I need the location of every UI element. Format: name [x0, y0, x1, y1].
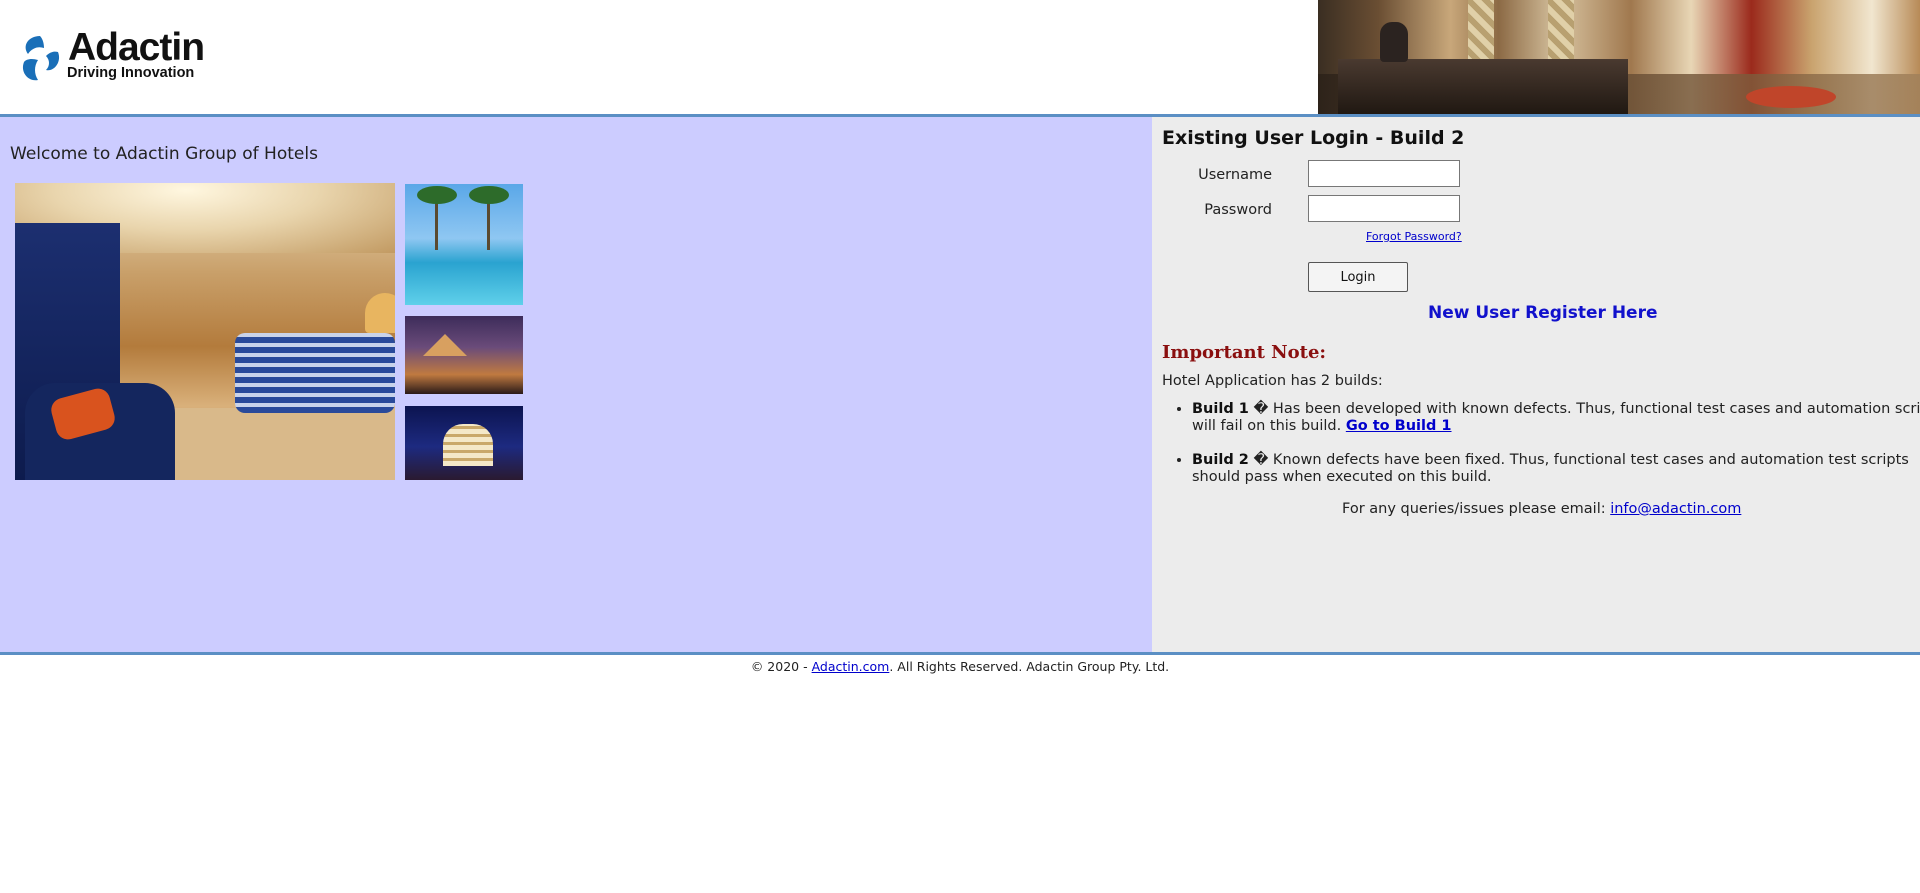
palm-fronds — [469, 186, 509, 204]
welcome-panel: Welcome to Adactin Group of Hotels — [0, 117, 1152, 652]
login-button[interactable]: Login — [1308, 262, 1408, 292]
resort-tent-image — [405, 316, 523, 394]
palm-fronds — [417, 186, 457, 204]
username-input[interactable] — [1308, 160, 1460, 187]
tent-roof — [423, 334, 467, 356]
queries-text: For any queries/issues please email: — [1342, 501, 1611, 517]
footer-divider — [0, 652, 1920, 655]
go-to-build-1-link[interactable]: Go to Build 1 — [1346, 418, 1452, 434]
forgot-password-link[interactable]: Forgot Password? — [1366, 230, 1462, 243]
hotel-building-image — [405, 406, 523, 480]
important-note-intro: Hotel Application has 2 builds: — [1162, 373, 1383, 389]
password-input[interactable] — [1308, 195, 1460, 222]
build-1-name: Build 1 — [1192, 401, 1249, 417]
adactin-logo[interactable]: Adactin Driving Innovation — [14, 28, 234, 88]
logo-tagline: Driving Innovation — [67, 65, 195, 81]
pool-image — [405, 184, 523, 305]
header: Adactin Driving Innovation — [0, 0, 1920, 114]
hotel-room-image — [15, 183, 395, 480]
banner-receptionist — [1380, 22, 1408, 62]
footer-rights-text: . All Rights Reserved. Adactin Group Pty… — [889, 659, 1170, 674]
username-label: Username — [1198, 167, 1272, 183]
room-sofa — [235, 333, 395, 413]
build-2-description: � Known defects have been fixed. Thus, f… — [1192, 452, 1909, 485]
queries-line: For any queries/issues please email: inf… — [1342, 501, 1741, 517]
banner-reception-desk — [1338, 59, 1628, 114]
password-label: Password — [1204, 202, 1272, 218]
build-1-description: � Has been developed with known defects.… — [1192, 401, 1920, 434]
build-2-name: Build 2 — [1192, 452, 1249, 468]
hotel-lobby-banner-image — [1318, 0, 1920, 114]
footer-copyright: © 2020 - — [750, 659, 812, 674]
room-lamp — [365, 293, 395, 333]
welcome-text: Welcome to Adactin Group of Hotels — [10, 144, 318, 164]
banner-rug — [1746, 86, 1836, 108]
footer-adactin-link[interactable]: Adactin.com — [812, 659, 890, 674]
build-2-item: Build 2 � Known defects have been fixed.… — [1192, 452, 1920, 486]
important-note-title: Important Note: — [1162, 342, 1327, 363]
new-user-register-link[interactable]: New User Register Here — [1428, 303, 1658, 323]
contact-email-link[interactable]: info@adactin.com — [1610, 501, 1741, 517]
build-list: Build 1 � Has been developed with known … — [1162, 401, 1920, 503]
build-1-item: Build 1 � Has been developed with known … — [1192, 401, 1920, 435]
login-title: Existing User Login - Build 2 — [1162, 127, 1465, 149]
login-panel: Existing User Login - Build 2 Username P… — [1152, 117, 1920, 652]
logo-wordmark: Adactin — [68, 26, 205, 69]
logo-swirl-icon — [22, 36, 60, 81]
footer: © 2020 - Adactin.com. All Rights Reserve… — [0, 659, 1920, 674]
hotel-building — [443, 424, 493, 466]
